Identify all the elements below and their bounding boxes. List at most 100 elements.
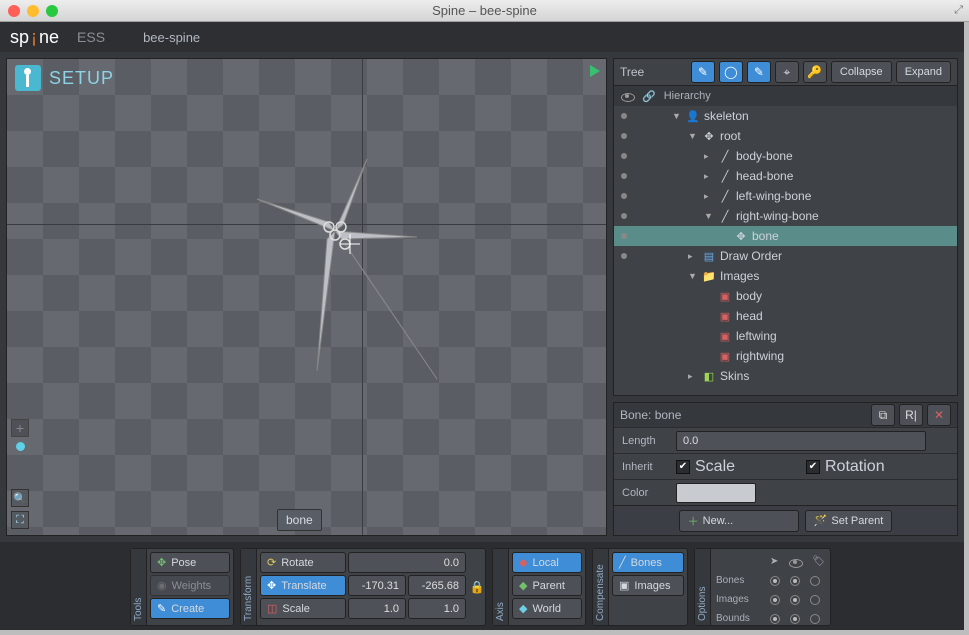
weights-button[interactable]: ◉Weights	[150, 575, 230, 596]
properties-footer: ＋ New... 🪄 Set Parent	[614, 505, 957, 535]
copy-props-icon[interactable]: ⧉	[871, 404, 895, 426]
tree-row-head-bone[interactable]: ▸ ╱ head-bone	[614, 166, 957, 186]
axis-horizontal	[7, 224, 606, 225]
tree-row-img-head[interactable]: ▣ head	[614, 306, 957, 326]
tree-label-head-bone: head-bone	[736, 169, 793, 183]
scale-button[interactable]: ◫Scale	[260, 598, 346, 619]
expand-ruler-icon[interactable]: +	[11, 419, 29, 437]
compensate-group-label: Compensate	[593, 549, 609, 625]
tree-row-images[interactable]: ▼ 📁 Images	[614, 266, 957, 286]
set-parent-label: Set Parent	[831, 515, 883, 527]
tree-label-images: Images	[720, 269, 759, 283]
parent-icon: ◆	[519, 579, 527, 592]
timeline-dot-icon[interactable]	[16, 442, 25, 451]
tree-row-draw-order[interactable]: ▸ ▤ Draw Order	[614, 246, 957, 266]
zoom-tool-icon[interactable]: 🔍	[11, 489, 29, 507]
rotation-checkbox[interactable]: ✔	[806, 460, 820, 474]
bounds-select-toggle[interactable]	[770, 614, 780, 624]
translate-button[interactable]: ✥Translate	[260, 575, 346, 596]
options-bones-row[interactable]: Bones	[716, 571, 825, 590]
main-area: SETUP + 🔍 ⛶	[0, 52, 964, 542]
tree-label-draw-order: Draw Order	[720, 249, 782, 263]
scale-checkbox[interactable]: ✔	[676, 460, 690, 474]
tree-row-img-rightwing[interactable]: ▣ rightwing	[614, 346, 957, 366]
ess-badge: ESS	[77, 29, 105, 45]
logo-text-1: sp	[10, 27, 29, 48]
visibility-column-icon[interactable]	[620, 89, 634, 103]
images-names-toggle[interactable]	[810, 595, 820, 605]
bones-visible-toggle[interactable]	[790, 576, 800, 586]
options-header-row: ➤ 🏷	[716, 552, 825, 571]
bones-select-toggle[interactable]	[770, 576, 780, 586]
tree-row-right-wing-bone[interactable]: ▼ ╱ right-wing-bone	[614, 206, 957, 226]
bone-icon: ╱	[718, 189, 732, 203]
rotate-button[interactable]: ⟳Rotate	[260, 552, 346, 573]
find-icon[interactable]: 🔑	[803, 61, 827, 83]
menubar: sp¡ne ESS bee-spine	[0, 22, 964, 52]
images-visible-toggle[interactable]	[790, 595, 800, 605]
tree-row-img-body[interactable]: ▣ body	[614, 286, 957, 306]
link-column-icon[interactable]: 🔗	[642, 90, 656, 103]
options-bounds-row[interactable]: Bounds	[716, 609, 825, 628]
expand-button[interactable]: Expand	[896, 61, 951, 83]
color-swatch[interactable]	[676, 483, 756, 503]
filter-attach-icon[interactable]: ✎	[747, 61, 771, 83]
project-name[interactable]: bee-spine	[143, 30, 200, 45]
bones-names-toggle[interactable]	[810, 576, 820, 586]
bounds-names-toggle[interactable]	[810, 614, 820, 624]
axis-local-button[interactable]: ◆Local	[512, 552, 582, 573]
delete-icon[interactable]: ✕	[927, 404, 951, 426]
length-row: Length 0.0	[614, 427, 957, 453]
tree-label-bone: bone	[752, 229, 779, 243]
options-images-row[interactable]: Images	[716, 590, 825, 609]
length-input[interactable]: 0.0	[676, 431, 926, 451]
properties-header: Bone: bone ⧉ R| ✕	[614, 403, 957, 427]
new-button[interactable]: ＋ New...	[679, 510, 799, 532]
images-select-toggle[interactable]	[770, 595, 780, 605]
collapse-button[interactable]: Collapse	[831, 61, 892, 83]
axis-parent-button[interactable]: ◆Parent	[512, 575, 582, 596]
tree-label-img-head: head	[736, 309, 763, 323]
set-parent-button[interactable]: 🪄 Set Parent	[805, 510, 893, 532]
tree-label-skins: Skins	[720, 369, 749, 383]
spine-logo[interactable]: sp¡ne	[10, 27, 59, 48]
bone-icon: ╱	[718, 169, 732, 183]
axis-group-label: Axis	[493, 549, 509, 625]
comp-images-button[interactable]: ▣Images	[612, 575, 684, 596]
wand-icon: 🪄	[814, 514, 828, 527]
tree-row-bone[interactable]: ✥ bone	[614, 226, 957, 246]
tree-label-skeleton: skeleton	[704, 109, 749, 123]
transform-lock-icon[interactable]: 🔒	[469, 549, 485, 625]
rotate-value[interactable]: 0.0	[348, 552, 466, 573]
tree-row-body-bone[interactable]: ▸ ╱ body-bone	[614, 146, 957, 166]
translate-y-value[interactable]: -265.68	[408, 575, 466, 596]
tree-list[interactable]: ▼ 👤 skeleton ▼ ✥ root ▸ ╱ body-bone	[613, 106, 958, 396]
maximize-icon[interactable]: ⤢	[954, 4, 963, 17]
comp-bones-button[interactable]: ╱Bones	[612, 552, 684, 573]
tree-row-skins[interactable]: ▸ ◧ Skins	[614, 366, 957, 386]
fit-tool-icon[interactable]: ⛶	[11, 511, 29, 529]
image-icon: ▣	[718, 289, 732, 303]
tree-row-img-leftwing[interactable]: ▣ leftwing	[614, 326, 957, 346]
skins-icon: ◧	[702, 369, 716, 383]
tree-row-skeleton[interactable]: ▼ 👤 skeleton	[614, 106, 957, 126]
options-group-label: Options	[695, 549, 711, 625]
pose-button[interactable]: ✥Pose	[150, 552, 230, 573]
scale-x-value[interactable]: 1.0	[348, 598, 406, 619]
transform-group-label: Transform	[241, 549, 257, 625]
rename-icon[interactable]: R|	[899, 404, 923, 426]
filter-focus-icon[interactable]: ⌖	[775, 61, 799, 83]
filter-bones-icon[interactable]: ✎	[691, 61, 715, 83]
axis-world-button[interactable]: ◆World	[512, 598, 582, 619]
tree-row-left-wing-bone[interactable]: ▸ ╱ left-wing-bone	[614, 186, 957, 206]
image-icon: ▣	[718, 349, 732, 363]
filter-slots-icon[interactable]: ◯	[719, 61, 743, 83]
tree-row-root[interactable]: ▼ ✥ root	[614, 126, 957, 146]
viewport-nav-tools: 🔍 ⛶	[11, 489, 29, 529]
scale-y-value[interactable]: 1.0	[408, 598, 466, 619]
bounds-visible-toggle[interactable]	[790, 614, 800, 624]
play-icon[interactable]	[590, 65, 600, 77]
create-button[interactable]: ✎Create	[150, 598, 230, 619]
viewport[interactable]: SETUP + 🔍 ⛶	[6, 58, 607, 536]
translate-x-value[interactable]: -170.31	[348, 575, 406, 596]
